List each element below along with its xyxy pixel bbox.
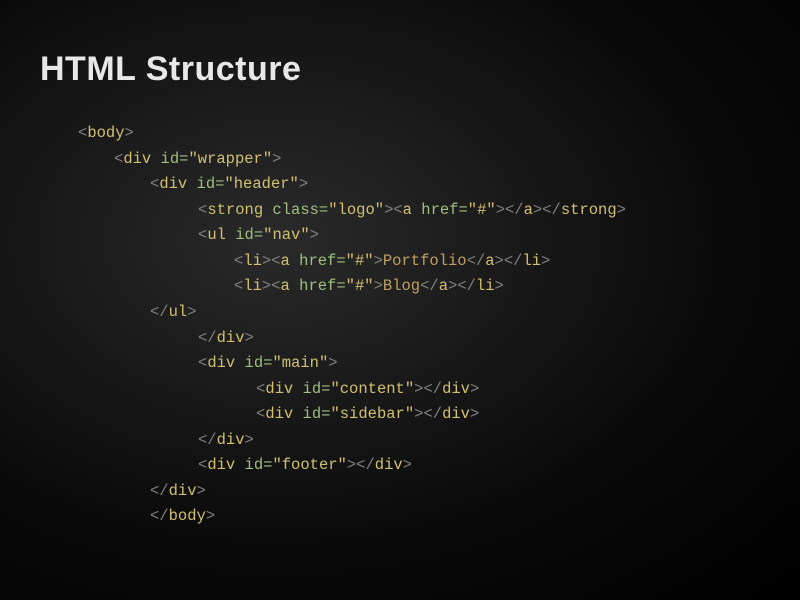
code-line: <body>	[78, 121, 760, 147]
code-line: <div id="main">	[78, 351, 760, 377]
code-line: <div id="footer"></div>	[78, 453, 760, 479]
code-line: <li><a href="#">Portfolio</a></li>	[78, 249, 760, 275]
code-line: <strong class="logo"><a href="#"></a></s…	[78, 198, 760, 224]
code-line: </div>	[78, 428, 760, 454]
code-line: </div>	[78, 326, 760, 352]
code-block: <body> <div id="wrapper"> <div id="heade…	[40, 121, 760, 530]
code-line: </div>	[78, 479, 760, 505]
code-line: <div id="wrapper">	[78, 147, 760, 173]
code-line: <div id="header">	[78, 172, 760, 198]
slide-title: HTML Structure	[40, 50, 760, 89]
code-line: <div id="content"></div>	[78, 377, 760, 403]
code-line: <ul id="nav">	[78, 223, 760, 249]
slide-container: HTML Structure <body> <div id="wrapper">…	[0, 0, 800, 570]
code-line: <li><a href="#">Blog</a></li>	[78, 274, 760, 300]
code-line: <div id="sidebar"></div>	[78, 402, 760, 428]
code-line: </body>	[78, 504, 760, 530]
code-line: </ul>	[78, 300, 760, 326]
